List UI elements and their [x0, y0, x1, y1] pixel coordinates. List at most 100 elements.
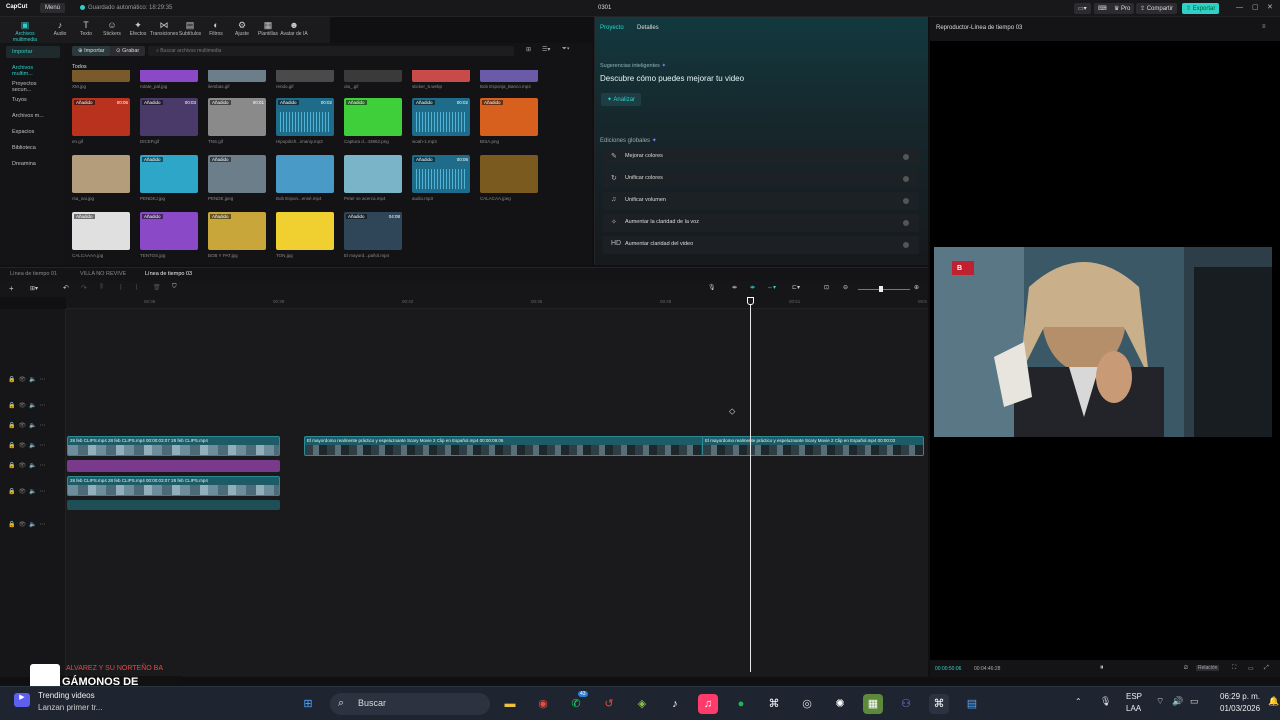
tab-project[interactable]: Proyecto	[600, 25, 624, 31]
sidebar-item-0[interactable]: Importar	[6, 46, 60, 58]
option-toggle[interactable]	[903, 154, 909, 160]
audio-clip[interactable]	[67, 460, 280, 472]
media-thumbnail[interactable]: Añadido	[208, 155, 266, 193]
pause-icon[interactable]: ⏸	[1100, 664, 1104, 672]
clip-video-d[interactable]: 28 feb CLIPS.mp4 28 feb CLIPS.mp4 00:00:…	[67, 476, 280, 496]
shortcuts-icon[interactable]: ⌨	[1094, 3, 1111, 14]
delete-icon[interactable]: 🗑	[153, 284, 161, 291]
global-edit-option[interactable]: ↻ Unificar colores	[603, 170, 919, 188]
media-thumbnail[interactable]: Añadido	[344, 98, 402, 136]
visibility-icon[interactable]: 👁	[18, 443, 29, 449]
media-thumbnail[interactable]: Añadido 00:03	[140, 98, 198, 136]
media-thumb-partial[interactable]	[344, 70, 402, 82]
media-thumbnail[interactable]: Añadido	[140, 212, 198, 250]
redo-icon[interactable]: ↷	[81, 284, 87, 292]
clip-video-a[interactable]: 28 feb CLIPS.mp4 28 feb CLIPS.mp4 00:00:…	[67, 436, 280, 456]
nvidia-icon[interactable]: ◈	[632, 694, 652, 714]
volume-icon[interactable]: 🔊	[1172, 696, 1183, 707]
clip-video-c[interactable]: El mayordomo realmente práctico y espelu…	[702, 436, 924, 456]
sidebar-item-2[interactable]: Proyectos secun...	[6, 78, 60, 93]
media-thumb-partial[interactable]	[480, 70, 538, 82]
media-thumbnail[interactable]: Añadido 00:02	[276, 98, 334, 136]
tool-ajuste[interactable]: ⚙ Ajuste	[228, 19, 256, 37]
tool-filtros[interactable]: ◐ Filtros	[202, 19, 230, 37]
media-thumbnail[interactable]: Añadido 00:02	[412, 98, 470, 136]
media-thumbnail[interactable]: Añadido 00:05	[72, 98, 130, 136]
more-icon[interactable]: ⋯	[40, 403, 49, 409]
mute-icon[interactable]: 🔈	[29, 377, 39, 383]
spotify-icon[interactable]: ●	[731, 694, 751, 714]
minimize-icon[interactable]: —	[1236, 4, 1243, 11]
capcut-taskbar-icon[interactable]: ⌘	[764, 694, 784, 714]
media-thumbnail[interactable]: Añadido	[208, 212, 266, 250]
more-icon[interactable]: ⋯	[40, 463, 49, 469]
lock-icon[interactable]: 🔒	[8, 522, 18, 528]
tool-subtítulos[interactable]: ▤ Subtítulos	[176, 19, 204, 37]
lock-icon[interactable]: 🔒	[8, 463, 18, 469]
tiktok-icon[interactable]: ♪	[665, 694, 685, 714]
record-button[interactable]: ⊙ Grabar	[110, 46, 146, 56]
pro-badge[interactable]: ♛ Pro	[1110, 3, 1135, 14]
menu-button[interactable]: Menú	[40, 3, 66, 13]
timeline-tab-1[interactable]: VILLA NO REVIVE	[80, 271, 126, 277]
tool-texto[interactable]: T Texto	[72, 19, 100, 37]
clock-time[interactable]: 06:29 p. m.	[1220, 692, 1260, 701]
grid-view-icon[interactable]: ⊞	[526, 46, 531, 53]
media-thumbnail[interactable]: Añadido 00:06	[412, 155, 470, 193]
mute-icon[interactable]: 🔈	[29, 423, 39, 429]
global-edit-option[interactable]: ♫ Unificar volumen	[603, 192, 919, 210]
media-thumbnail[interactable]	[276, 212, 334, 250]
lock-icon[interactable]: 🔒	[8, 489, 18, 495]
preview-axis-icon[interactable]: ⊏▾	[792, 284, 800, 291]
media-thumbnail[interactable]	[72, 155, 130, 193]
sidebar-item-1[interactable]: Archivos multim...	[6, 62, 60, 77]
news-icon[interactable]: ▶	[14, 693, 30, 707]
mic-tray-icon[interactable]: 🎙	[1100, 696, 1111, 707]
lock-icon[interactable]: 🔒	[8, 377, 18, 383]
mute-icon[interactable]: 🔈	[29, 463, 39, 469]
fit-icon[interactable]: ⛶	[1232, 665, 1236, 672]
tool-plantillas[interactable]: ▦ Plantillas	[254, 19, 282, 37]
fit-timeline-icon[interactable]: ⊡	[824, 284, 829, 291]
marker-icon[interactable]: ⛉	[172, 284, 177, 291]
filter-icon[interactable]: ⏷▾	[562, 46, 570, 53]
media-thumbnail[interactable]: Añadido 04:08	[344, 212, 402, 250]
magnet-icon[interactable]: ⇼	[750, 284, 755, 291]
chatgpt-icon[interactable]: ✺	[830, 694, 850, 714]
media-thumbnail[interactable]	[344, 155, 402, 193]
visibility-icon[interactable]: 👁	[18, 489, 29, 495]
windows-start-icon[interactable]: ⊞	[298, 694, 318, 714]
media-search-input[interactable]: ⌕ Buscar archivos multimedia	[148, 46, 514, 56]
more-icon[interactable]: ⋯	[40, 443, 49, 449]
visibility-icon[interactable]: 👁	[18, 403, 29, 409]
minecraft-icon[interactable]: ▦	[863, 694, 883, 714]
lang-secondary[interactable]: LAA	[1126, 704, 1141, 713]
lock-icon[interactable]: 🔒	[8, 403, 18, 409]
split-right-icon[interactable]: ⌉	[135, 284, 137, 291]
split-icon[interactable]: ⫼	[100, 284, 103, 291]
tool-audio[interactable]: ♪ Audio	[46, 19, 74, 37]
undo-icon[interactable]: ↶	[63, 284, 69, 292]
mute-icon[interactable]: 🔈	[29, 522, 39, 528]
visibility-icon[interactable]: 👁	[18, 522, 29, 528]
media-thumb-partial[interactable]	[208, 70, 266, 82]
timeline-tab-0[interactable]: Línea de tiempo 01	[10, 271, 57, 277]
media-thumbnail[interactable]	[480, 155, 538, 193]
tool-transiciones[interactable]: ⋈ Transiciones	[150, 19, 178, 37]
time-ruler[interactable]: 00:36 00:39 00:42 00:45 00:48 00:51 00:5	[66, 297, 928, 309]
export-button[interactable]: ⇧ Exportar	[1182, 3, 1220, 14]
project-name[interactable]: 0301	[598, 5, 611, 11]
maximize-icon[interactable]: ▢	[1252, 3, 1259, 11]
zoom-in-icon[interactable]: ⊕	[914, 284, 919, 291]
sidebar-item-6[interactable]: Biblioteca	[6, 142, 60, 154]
wifi-icon[interactable]: ⌔	[1156, 696, 1164, 707]
tool-avatar-de-ia[interactable]: ☻ Avatar de IA	[280, 19, 308, 37]
notepad-icon[interactable]: ▤	[962, 694, 982, 714]
chevron-up-icon[interactable]: ⌃	[1075, 697, 1082, 706]
visibility-icon[interactable]: 👁	[18, 463, 29, 469]
analyze-button[interactable]: ✦ Analizar	[601, 93, 642, 106]
option-toggle[interactable]	[903, 198, 909, 204]
news-subtitle[interactable]: Lanzan primer tr...	[38, 703, 102, 712]
playhead-handle[interactable]	[747, 297, 754, 305]
media-thumbnail[interactable]: Añadido	[480, 98, 538, 136]
